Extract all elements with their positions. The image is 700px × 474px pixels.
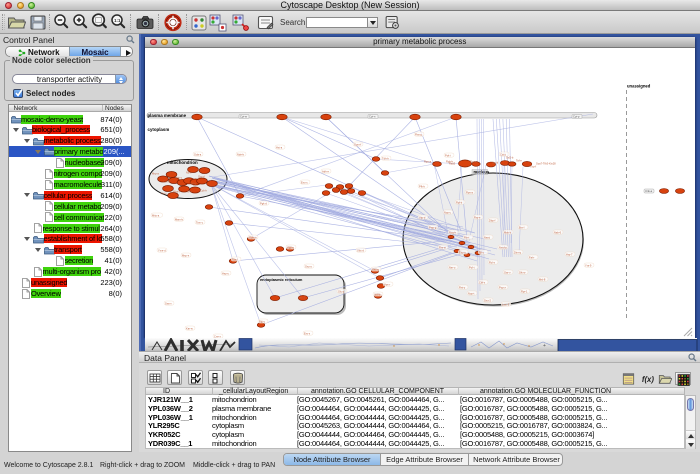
- svg-text:Sik-w: Sik-w: [519, 270, 525, 274]
- svg-text:Mito-a: Mito-a: [152, 213, 160, 217]
- svg-text:Ssl2-b: Ssl2-b: [506, 155, 514, 159]
- svg-text:Eno-c: Eno-c: [301, 180, 308, 184]
- svg-text:Glc-p: Glc-p: [338, 289, 345, 293]
- svg-text:Sua7-Tfb3-Kin28: Sua7-Tfb3-Kin28: [536, 161, 556, 165]
- svg-text:Ebp-n: Ebp-n: [459, 250, 466, 254]
- svg-text:cytoplasm: cytoplasm: [148, 127, 170, 132]
- svg-text:Snu-2: Snu-2: [484, 298, 491, 302]
- svg-text:Nsr-u: Nsr-u: [449, 265, 456, 269]
- svg-text:Rrs-m: Rrs-m: [439, 245, 446, 249]
- svg-text:Gpm-f: Gpm-f: [354, 142, 361, 146]
- svg-text:Rpr-1: Rpr-1: [521, 289, 528, 293]
- svg-text:Ypt-s: Ypt-s: [374, 292, 381, 296]
- svg-text:Rps-a: Rps-a: [466, 190, 473, 194]
- svg-text:Nd-e: Nd-e: [186, 170, 192, 174]
- svg-text:Rrp-e: Rrp-e: [474, 215, 481, 219]
- svg-text:Msp-e: Msp-e: [182, 253, 190, 257]
- svg-text:Nsa-j: Nsa-j: [484, 235, 490, 239]
- svg-text:+: +: [543, 343, 546, 349]
- svg-text:Ilv-g: Ilv-g: [187, 189, 192, 193]
- svg-text:Nde-b: Nde-b: [237, 152, 245, 156]
- svg-text:Yme-d: Yme-d: [158, 248, 166, 252]
- svg-text:Cyt-m: Cyt-m: [240, 114, 248, 118]
- svg-text:Rpc-c: Rpc-c: [470, 159, 477, 163]
- svg-text:unassigned: unassigned: [627, 83, 651, 88]
- svg-text:Gda-a: Gda-a: [194, 152, 202, 156]
- svg-text:Nab-6: Nab-6: [554, 230, 562, 234]
- svg-text:Mam-b: Mam-b: [175, 217, 184, 221]
- svg-text:Fal-r: Fal-r: [529, 255, 534, 259]
- svg-text:Spt-d: Spt-d: [492, 160, 499, 164]
- svg-text:Brx-l: Brx-l: [519, 225, 525, 229]
- svg-text:Dbp-f: Dbp-f: [489, 218, 496, 222]
- svg-text:Unk-a: Unk-a: [645, 189, 653, 193]
- svg-text:Fba-g: Fba-g: [415, 132, 422, 136]
- svg-text:Gar-v: Gar-v: [504, 270, 511, 274]
- svg-text:f(x): f(x): [641, 375, 654, 384]
- svg-text:Sdh-j: Sdh-j: [190, 181, 196, 185]
- svg-text:Pyk-i: Pyk-i: [445, 153, 451, 157]
- svg-text:Sec-q: Sec-q: [372, 267, 379, 271]
- svg-text:Msl-8: Msl-8: [539, 277, 546, 281]
- svg-text:Gph-m: Gph-m: [249, 235, 257, 239]
- svg-text:Rix-i: Rix-i: [464, 235, 470, 239]
- svg-text:Kar-w: Kar-w: [186, 326, 193, 330]
- svg-text:Nog-h: Nog-h: [449, 230, 457, 234]
- svg-text:Gsy-o: Gsy-o: [305, 264, 312, 268]
- svg-text:Tom-c: Tom-c: [196, 220, 204, 224]
- svg-text:Rpl-b: Rpl-b: [456, 200, 463, 204]
- svg-text:Ubc-d: Ubc-d: [357, 248, 364, 252]
- svg-text:Cyt-p: Cyt-p: [573, 114, 580, 118]
- svg-text:Mak-k: Mak-k: [504, 230, 512, 234]
- svg-text:Ugp-n: Ugp-n: [287, 245, 295, 249]
- svg-text:mitochondrion: mitochondrion: [167, 160, 198, 165]
- svg-text:Adh-e: Adh-e: [322, 169, 329, 173]
- svg-text:Tps-l: Tps-l: [232, 257, 238, 261]
- svg-text:Vps-r: Vps-r: [384, 282, 390, 286]
- svg-text:Mba-f: Mba-f: [173, 189, 180, 193]
- svg-text:Taf-e: Taf-e: [516, 158, 522, 162]
- svg-text:Pfk-k: Pfk-k: [419, 184, 426, 188]
- svg-text:Hxt-a: Hxt-a: [276, 145, 283, 149]
- svg-text:Rad3: Rad3: [449, 161, 456, 165]
- svg-text:Pgk-d: Pgk-d: [260, 201, 267, 205]
- svg-text:Cox-b: Cox-b: [163, 179, 170, 183]
- svg-text:Pet-i: Pet-i: [161, 191, 167, 195]
- svg-text:Nmd-p: Nmd-p: [499, 245, 507, 249]
- svg-text:Rcl-s: Rcl-s: [489, 260, 496, 264]
- svg-text:Sec-1: Sec-1: [298, 295, 305, 299]
- svg-text:Utp-d: Utp-d: [419, 215, 426, 219]
- svg-text:Cbf-x: Cbf-x: [479, 280, 486, 284]
- svg-text:Hrp-7: Hrp-7: [566, 252, 573, 256]
- svg-text:Cyb-h: Cyb-h: [200, 188, 207, 192]
- svg-text:Ero-z: Ero-z: [304, 331, 311, 335]
- svg-text:Mrp-a: Mrp-a: [152, 171, 159, 175]
- svg-text:Nup-t: Nup-t: [468, 291, 475, 295]
- svg-text:Pdi-y: Pdi-y: [259, 319, 266, 323]
- svg-text:Cyt-n: Cyt-n: [369, 114, 376, 118]
- svg-text:Pop-z: Pop-z: [499, 285, 506, 289]
- svg-text:Rpo-a: Rpo-a: [424, 159, 432, 163]
- svg-text:Hsp-u: Hsp-u: [222, 271, 229, 275]
- svg-text:Puf-t: Puf-t: [469, 265, 475, 269]
- svg-text:Qcr-d: Qcr-d: [198, 174, 205, 178]
- svg-text:1:1: 1:1: [114, 18, 121, 23]
- svg-text:Lsm-3: Lsm-3: [502, 302, 510, 306]
- svg-text:Tdh-h: Tdh-h: [382, 156, 389, 160]
- svg-text:endoplasmic reticulum: endoplasmic reticulum: [260, 277, 303, 282]
- svg-text:Rnt-y: Rnt-y: [459, 285, 466, 289]
- svg-text:Atp-c: Atp-c: [176, 175, 183, 179]
- svg-text:Nop-c: Nop-c: [444, 210, 452, 214]
- svg-text:Ssa-v: Ssa-v: [165, 301, 172, 305]
- svg-text:Tif-o: Tif-o: [479, 250, 485, 254]
- svg-text:plasma membrane: plasma membrane: [148, 112, 187, 117]
- svg-text:Pwp-g: Pwp-g: [429, 225, 437, 229]
- svg-text:Yra-9: Yra-9: [585, 263, 592, 267]
- svg-text:Dim-q: Dim-q: [514, 250, 521, 254]
